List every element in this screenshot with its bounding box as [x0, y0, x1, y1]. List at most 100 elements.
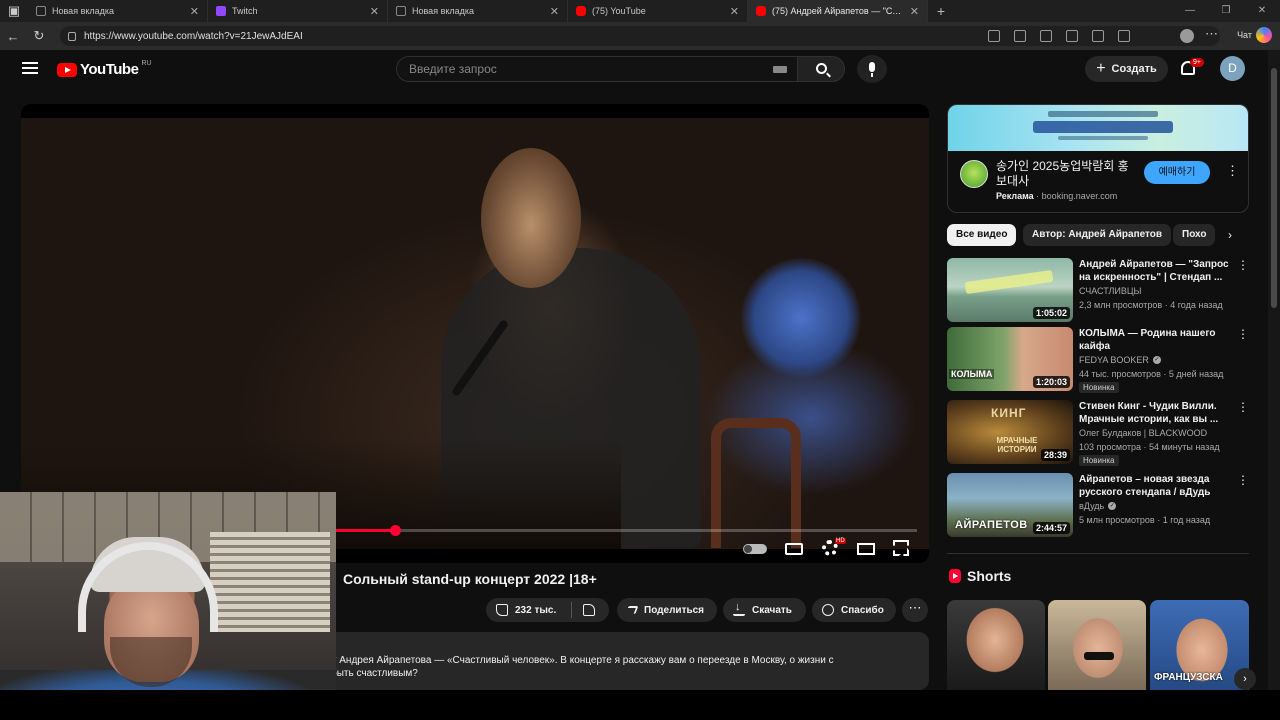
keyboard-icon[interactable]	[773, 66, 787, 73]
sidebar-ad[interactable]: 송가인 2025농업박람회 홍보대사 Реклама · booking.nav…	[947, 104, 1249, 213]
favorites-icon[interactable]	[1092, 30, 1104, 42]
youtube-logo[interactable]: YouTube RU	[57, 60, 152, 78]
ad-banner-line	[1048, 111, 1158, 117]
like-button[interactable]: 232 тыс.	[486, 598, 609, 622]
video-thumbnail[interactable]: 1:05:02	[947, 258, 1073, 322]
minimize-icon[interactable]: —	[1172, 0, 1208, 22]
chevron-right-icon[interactable]: ›	[1222, 228, 1238, 244]
apps-icon[interactable]	[1014, 30, 1026, 42]
description-box[interactable]: ерт Андрея Айрапетова — «Счастливый чело…	[321, 632, 929, 690]
browser-tab[interactable]: Новая вкладка ✕	[28, 0, 208, 22]
download-button[interactable]: Скачать	[723, 598, 806, 622]
short-item[interactable]	[1048, 600, 1146, 690]
chip-author[interactable]: Автор: Андрей Айрапетов	[1023, 224, 1172, 246]
upload-age: 54 минуты назад	[1149, 442, 1220, 452]
page-scrollbar[interactable]	[1268, 50, 1280, 690]
close-icon[interactable]: ✕	[910, 5, 919, 18]
browser-tabbar: ▣ Новая вкладка ✕ Twitch ✕ Новая вкладка…	[0, 0, 1280, 22]
close-icon[interactable]: ✕	[730, 5, 739, 18]
browser-tab[interactable]: (75) YouTube ✕	[568, 0, 748, 22]
duration-badge: 1:20:03	[1032, 376, 1070, 388]
tab-title: (75) Андрей Айрапетов — "Счас	[772, 6, 904, 16]
tracking-icon[interactable]	[988, 30, 1000, 42]
shorts-title: Shorts	[967, 568, 1012, 584]
recommendation-title[interactable]: Айрапетов – новая звезда русского стенда…	[1079, 473, 1229, 499]
download-icon	[733, 601, 745, 616]
video-thumbnail[interactable]: КИНГ МРАЧНЫЕ ИСТОРИИ 28:39	[947, 400, 1073, 464]
recommendation-item[interactable]: 1:05:02 Андрей Айрапетов — "Запрос на ис…	[947, 258, 1249, 324]
avatar[interactable]: D	[1220, 56, 1245, 81]
thanks-label: Спасибо	[841, 604, 884, 616]
autoplay-toggle[interactable]	[743, 544, 767, 554]
browser-tab[interactable]: Новая вкладка ✕	[388, 0, 568, 22]
plus-icon: +	[1096, 60, 1106, 77]
browser-tab-active[interactable]: (75) Андрей Айрапетов — "Счас ✕	[748, 0, 928, 22]
thanks-button[interactable]: Спасибо	[812, 598, 896, 622]
recommendation-channel[interactable]: вДудь ✓	[1079, 501, 1117, 511]
ad-banner-image[interactable]	[948, 105, 1248, 151]
taskbar-strip	[0, 690, 1280, 720]
shorts-icon	[949, 569, 961, 583]
description-line: ерт Андрея Айрапетова — «Счастливый чело…	[321, 655, 834, 666]
ad-title[interactable]: 송가인 2025농업박람회 홍보대사	[996, 159, 1136, 189]
video-thumbnail[interactable]: АЙРАПЕТОВ 2:44:57	[947, 473, 1073, 537]
duration-badge: 28:39	[1040, 449, 1070, 461]
recommendation-title[interactable]: Андрей Айрапетов — "Запрос на искренност…	[1079, 258, 1229, 284]
create-button[interactable]: + Создать	[1085, 56, 1168, 82]
recommendation-channel[interactable]: СЧАСТЛИВЦЫ	[1079, 286, 1142, 296]
video-thumbnail[interactable]: КОЛЫМА 1:20:03	[947, 327, 1073, 391]
restore-icon[interactable]: ❐	[1208, 0, 1244, 22]
copilot-chat-button[interactable]: Чат	[1237, 27, 1272, 43]
item-menu-icon[interactable]: ⋮	[1237, 473, 1249, 487]
search-button[interactable]	[797, 56, 845, 82]
ad-cta-button[interactable]: 예매하기	[1144, 161, 1210, 184]
browser-profile-icon[interactable]	[1180, 29, 1194, 43]
chevron-right-icon[interactable]: ›	[1234, 668, 1256, 690]
thumbnail-caption	[964, 269, 1054, 295]
browser-toolbar-icons	[988, 22, 1130, 50]
browser-tab[interactable]: Twitch ✕	[208, 0, 388, 22]
theater-mode-icon[interactable]	[857, 543, 875, 555]
close-window-icon[interactable]: ✕	[1244, 0, 1280, 22]
recommendation-title[interactable]: Стивен Кинг - Чудик Вилли. Мрачные истор…	[1079, 400, 1229, 426]
item-menu-icon[interactable]: ⋮	[1237, 258, 1249, 272]
extensions-icon[interactable]	[1066, 30, 1078, 42]
recommendation-item[interactable]: КИНГ МРАЧНЫЕ ИСТОРИИ 28:39 Стивен Кинг - Ч…	[947, 400, 1249, 466]
new-tab-icon[interactable]: +	[928, 3, 954, 19]
recommendation-title[interactable]: КОЛЫМА — Родина нашего кайфа	[1079, 327, 1229, 353]
subtitles-icon[interactable]	[785, 543, 803, 555]
browser-menu-icon[interactable]: ⋯	[1205, 26, 1218, 42]
item-menu-icon[interactable]: ⋮	[1237, 327, 1249, 341]
item-menu-icon[interactable]: ⋮	[1237, 400, 1249, 414]
chip-similar[interactable]: Похо	[1173, 224, 1216, 246]
recommendation-item[interactable]: КОЛЫМА 1:20:03 КОЛЫМА — Родина нашего кай…	[947, 327, 1249, 393]
advertiser-logo[interactable]	[960, 160, 988, 188]
ad-menu-icon[interactable]: ⋮	[1226, 163, 1239, 179]
favorite-star-icon[interactable]	[1040, 30, 1052, 42]
close-icon[interactable]: ✕	[550, 5, 559, 18]
scrollbar-thumb[interactable]	[1271, 68, 1277, 308]
short-item[interactable]	[947, 600, 1045, 690]
thumbs-up-icon	[496, 604, 508, 616]
thumbs-down-icon[interactable]	[583, 604, 596, 616]
voice-search-button[interactable]	[857, 55, 887, 83]
more-actions-icon[interactable]: ⋯	[902, 598, 928, 622]
tab-actions-icon[interactable]: ▣	[0, 3, 28, 19]
close-icon[interactable]: ✕	[190, 5, 199, 18]
channel-name: СЧАСТЛИВЦЫ	[1079, 286, 1142, 296]
recommendation-channel[interactable]: FEDYA BOOKER ✓	[1079, 355, 1161, 365]
ad-meta: Реклама · booking.naver.com	[996, 191, 1118, 201]
menu-icon[interactable]	[22, 62, 38, 74]
site-info-icon[interactable]	[68, 31, 76, 41]
shorts-heading: Shorts	[949, 568, 1011, 584]
search-input[interactable]: Введите запрос	[396, 56, 798, 82]
chip-all-videos[interactable]: Все видео	[947, 224, 1017, 246]
recommendation-meta: 103 просмотра · 54 минуты назад	[1079, 442, 1220, 452]
back-icon[interactable]: ←	[0, 29, 26, 44]
share-button[interactable]: Поделиться	[617, 598, 717, 622]
recommendation-channel[interactable]: Олег Булдаков | BLACKWOOD	[1079, 428, 1207, 438]
reload-icon[interactable]: ↻	[26, 28, 52, 44]
close-icon[interactable]: ✕	[370, 5, 379, 18]
collections-icon[interactable]	[1118, 30, 1130, 42]
recommendation-item[interactable]: АЙРАПЕТОВ 2:44:57 Айрапетов – новая звезд…	[947, 473, 1249, 539]
